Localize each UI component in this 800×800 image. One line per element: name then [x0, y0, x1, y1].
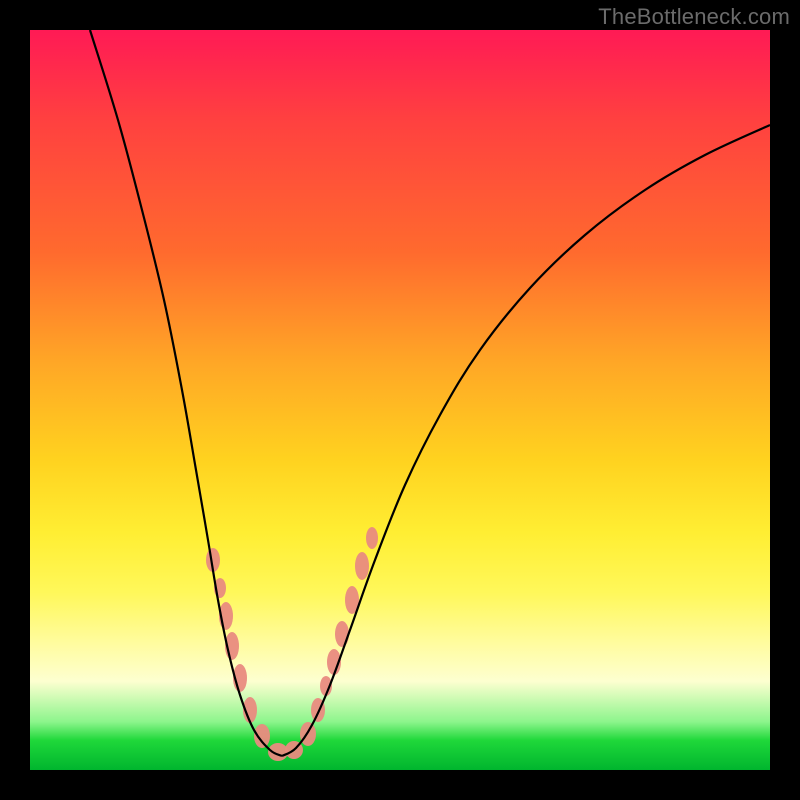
watermark-text: TheBottleneck.com — [598, 4, 790, 30]
marker-point — [366, 527, 378, 549]
chart-svg — [30, 30, 770, 770]
markers-layer — [206, 527, 378, 761]
curve-right-curve — [282, 125, 770, 756]
marker-point — [335, 621, 349, 647]
curves-layer — [90, 30, 770, 756]
plot-frame — [30, 30, 770, 770]
stage: TheBottleneck.com — [0, 0, 800, 800]
marker-point — [355, 552, 369, 580]
curve-left-curve — [90, 30, 282, 756]
